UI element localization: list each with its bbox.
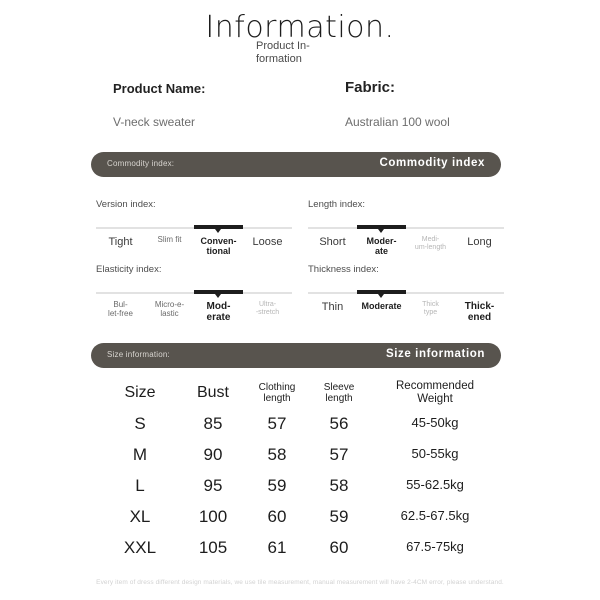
cell-bust: 90 xyxy=(203,444,223,464)
version-index-group: Version index: Tight Slim fit Conven-tional… xyxy=(96,199,292,256)
version-option-0[interactable]: Tight xyxy=(96,236,145,256)
size-information-section-bar: Size information: Size information xyxy=(91,343,501,368)
length-track-line xyxy=(308,227,504,229)
version-track-pointer-icon xyxy=(215,229,221,233)
size-information-small-label: Size information: xyxy=(107,350,170,359)
thickness-track-pointer-icon xyxy=(378,294,384,298)
size-information-title: Size information xyxy=(385,348,485,360)
thickness-index-title: Thickness index: xyxy=(308,264,379,275)
cell-size: S xyxy=(134,413,146,433)
length-option-3[interactable]: Long xyxy=(455,236,504,256)
cell-bust: 100 xyxy=(198,506,228,526)
column-header-bust: Bust xyxy=(196,384,229,402)
table-row: S 85 57 56 45-50kg xyxy=(100,408,500,439)
length-index-group: Length index: Short Moder-ate Medi-um-lengt… xyxy=(308,199,504,256)
table-row: M 90 58 57 50-55kg xyxy=(100,439,500,470)
cell-sleeve-length: 57 xyxy=(329,444,349,464)
column-header-clothing-length: Clothing length xyxy=(258,381,296,404)
column-header-recommended-weight: Recommended Weight xyxy=(396,380,474,405)
length-track-pointer-icon xyxy=(378,229,384,233)
column-header-size: Size xyxy=(124,384,156,402)
length-index-labels: Short Moder-ate Medi-um-length Long xyxy=(308,236,504,256)
version-option-3[interactable]: Loose xyxy=(243,236,292,256)
thickness-index-track[interactable] xyxy=(308,288,504,298)
commodity-index-title: Commodity index xyxy=(379,157,485,169)
thickness-index-group: Thickness index: Thin Moderate Thick type Thi… xyxy=(308,264,504,323)
commodity-index-section-bar: Commodity index: Commodity index xyxy=(91,152,501,177)
length-option-0[interactable]: Short xyxy=(308,236,357,256)
cell-sleeve-length: 56 xyxy=(329,413,349,433)
cell-size: XL xyxy=(129,506,151,526)
cell-clothing-length: 58 xyxy=(267,444,287,464)
elasticity-track-pointer-icon xyxy=(215,294,221,298)
elasticity-index-track[interactable] xyxy=(96,288,292,298)
thickness-option-2[interactable]: Thick type xyxy=(406,301,455,323)
table-row: XXL 105 61 60 67.5-75kg xyxy=(100,532,500,563)
thickness-index-labels: Thin Moderate Thick type Thick-ened xyxy=(308,301,504,323)
product-name-value: V-neck sweater xyxy=(113,115,196,129)
version-index-track[interactable] xyxy=(96,223,292,233)
cell-size: L xyxy=(135,475,145,495)
page-subtitle: Product In-formation xyxy=(256,40,310,65)
cell-size: XXL xyxy=(123,537,157,557)
elasticity-option-0[interactable]: Bul-let-free xyxy=(96,300,145,323)
cell-clothing-length: 60 xyxy=(267,506,287,526)
cell-clothing-length: 57 xyxy=(267,413,287,433)
elasticity-option-3[interactable]: Ultra- -stretch xyxy=(243,301,292,323)
thickness-option-3[interactable]: Thick-ened xyxy=(455,301,504,323)
length-index-track[interactable] xyxy=(308,223,504,233)
cell-recommended-weight: 45-50kg xyxy=(411,415,459,431)
cell-recommended-weight: 55-62.5kg xyxy=(406,477,464,493)
elasticity-index-labels: Bul-let-free Micro-e-lastic Mod-erate Ultra… xyxy=(96,300,292,323)
elasticity-option-2[interactable]: Mod-erate xyxy=(194,301,243,323)
elasticity-index-group: Elasticity index: Bul-let-free Micro-e-las… xyxy=(96,264,292,323)
commodity-index-small-label: Commodity index: xyxy=(107,159,175,168)
cell-sleeve-length: 58 xyxy=(329,475,349,495)
product-name-label: Product Name: xyxy=(113,81,206,96)
cell-bust: 85 xyxy=(203,413,223,433)
cell-recommended-weight: 67.5-75kg xyxy=(406,539,464,555)
fabric-label: Fabric: xyxy=(345,79,396,96)
thickness-track-line xyxy=(308,292,504,294)
table-row: L 95 59 58 55-62.5kg xyxy=(100,470,500,501)
cell-bust: 105 xyxy=(198,537,228,557)
length-option-1[interactable]: Moder-ate xyxy=(357,236,406,256)
elasticity-option-1[interactable]: Micro-e-lastic xyxy=(145,300,194,323)
cell-clothing-length: 59 xyxy=(267,475,287,495)
version-option-2[interactable]: Conven-tional xyxy=(194,236,243,256)
version-index-title: Version index: xyxy=(96,199,156,210)
table-row: XL 100 60 59 62.5-67.5kg xyxy=(100,501,500,532)
cell-bust: 95 xyxy=(203,475,223,495)
product-information-infographic: Information. Product In-formation Produc… xyxy=(0,0,600,600)
cell-recommended-weight: 50-55kg xyxy=(411,446,459,462)
column-header-sleeve-length: Sleeve length xyxy=(323,381,355,404)
cell-sleeve-length: 60 xyxy=(329,537,349,557)
fabric-value: Australian 100 wool xyxy=(345,115,450,129)
thickness-option-1[interactable]: Moderate xyxy=(357,301,406,323)
cell-size: M xyxy=(132,444,148,464)
length-option-2[interactable]: Medi-um-length xyxy=(406,236,455,256)
table-header-row: Size Bust Clothing length Sleeve length Recomm… xyxy=(100,378,500,408)
length-index-title: Length index: xyxy=(308,199,366,210)
version-index-labels: Tight Slim fit Conven-tional Loose xyxy=(96,235,292,256)
cell-recommended-weight: 62.5-67.5kg xyxy=(400,508,470,524)
disclaimer-text: Every item of dress different design mat… xyxy=(96,579,504,586)
cell-sleeve-length: 59 xyxy=(329,506,349,526)
thickness-option-0[interactable]: Thin xyxy=(308,301,357,323)
cell-clothing-length: 61 xyxy=(267,537,287,557)
elasticity-index-title: Elasticity index: xyxy=(96,264,162,275)
version-option-1[interactable]: Slim fit xyxy=(145,235,194,256)
size-table: Size Bust Clothing length Sleeve length Recomm… xyxy=(100,378,500,563)
